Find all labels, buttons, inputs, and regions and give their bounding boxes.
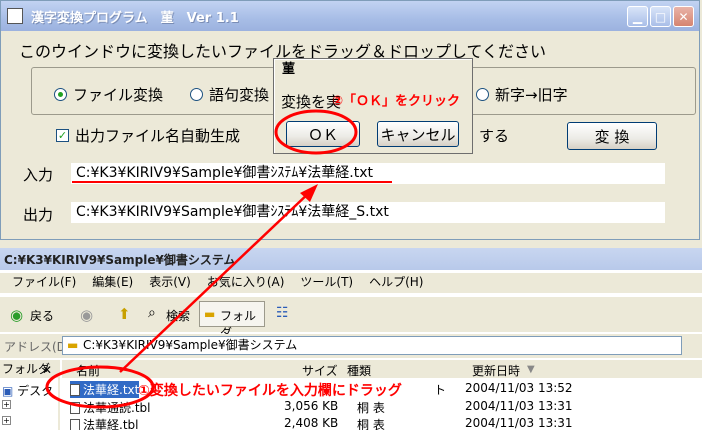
drag-arrow [119,189,313,373]
ok-highlight-ellipse [274,109,358,155]
desktop: 漢字変換プログラム 菫 Ver 1.1 ▁ □ ✕ このウインドウに変換したいフ… [0,0,702,430]
annotation-overlay [45,109,392,409]
step1-annotation: ①変換したいファイルを入力欄にドラッグ [138,383,402,399]
step2-annotation: ②「ＯＫ」をクリック [332,94,461,109]
